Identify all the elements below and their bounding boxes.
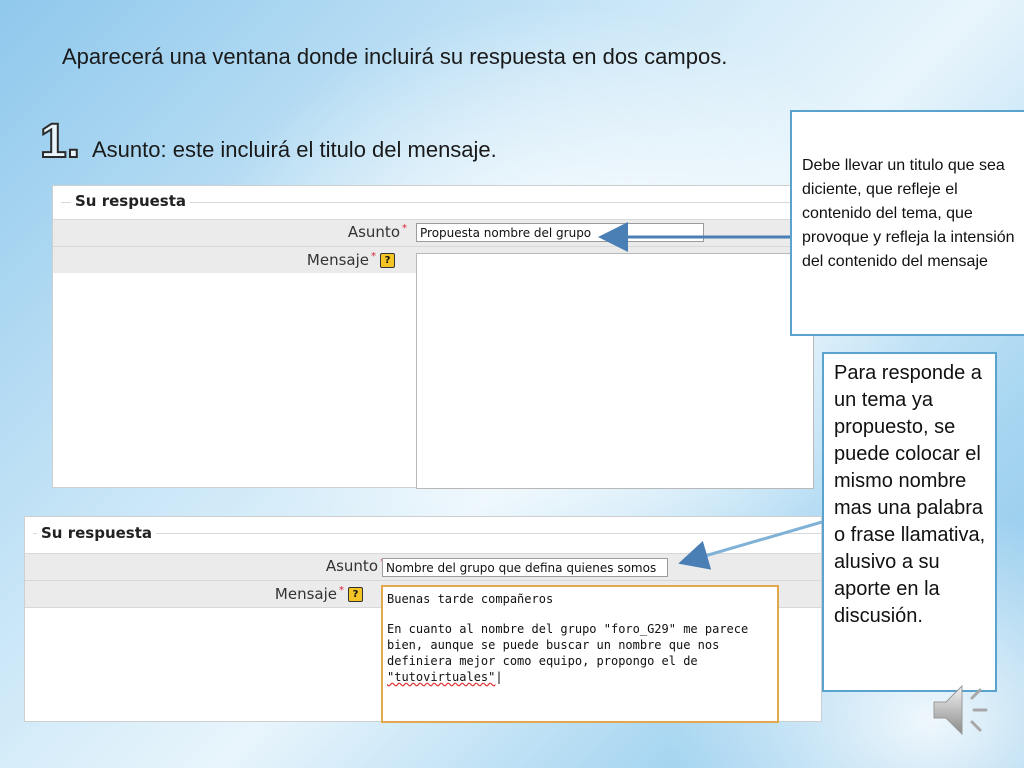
pointer-arrows xyxy=(598,222,823,570)
arrow-to-asunto-2 xyxy=(678,520,823,570)
speaker-icon[interactable] xyxy=(930,676,1000,746)
